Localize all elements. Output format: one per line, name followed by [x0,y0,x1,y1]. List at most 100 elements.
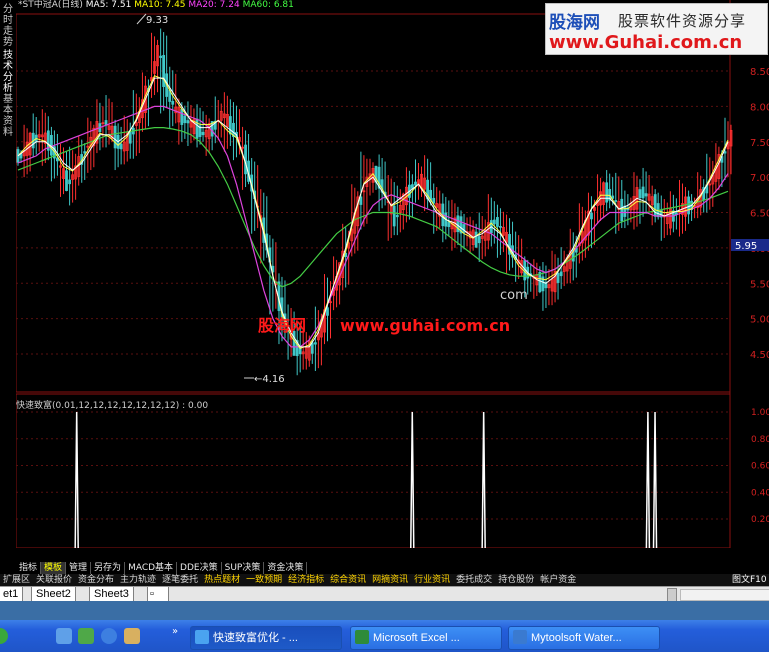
quicklaunch-expand-icon[interactable]: » [172,626,178,637]
sheet-tab-3[interactable]: Sheet3 [89,587,134,602]
folder-icon[interactable] [124,628,140,644]
indicator-tab[interactable]: 指标 [16,562,42,574]
leftbar-item-technical[interactable]: 技术分析 [2,50,14,94]
candle-body [638,189,642,199]
function-tab[interactable]: 主力轨迹 [117,574,159,586]
candle-body [65,170,68,191]
candle-body [162,55,166,87]
ma-legend-item: MA5: 7.51 [85,0,132,10]
candle-body [171,101,175,105]
function-tab[interactable]: 行业资讯 [411,574,453,586]
sheet-tab-2[interactable]: Sheet2 [31,587,76,602]
show-desktop-icon[interactable] [56,628,72,644]
banner-slogan: 股票软件资源分享 [618,12,747,30]
candle-body [538,272,542,293]
watermark-com: com [500,288,528,303]
function-tab[interactable]: 逐笔委托 [159,574,201,586]
insert-sheet-icon[interactable]: ▫ [147,587,169,602]
function-tab[interactable]: 一致预期 [243,574,285,586]
candle-body [228,116,232,135]
function-tab-bar: 扩展区 关联报价 资金分布 主力轨迹 逐笔委托 热点题材 一致预期 经济指标 综合资讯 网摘资讯行… [0,574,769,586]
task-stock-software[interactable]: 快速致富优化 - ... [190,626,342,650]
candle-body [68,179,72,185]
price-tick-label: 8.00 [750,102,769,113]
indicator-tab[interactable]: 资金决策 [264,562,308,574]
candle-body [119,143,123,150]
ma-legend-item: MA20: 7.24 [185,0,240,10]
function-tab[interactable]: 资金分布 [75,574,117,586]
indicator-tab[interactable]: DDE决策 [177,562,222,574]
candle-body [590,212,593,220]
candle-body [201,131,205,136]
task-watermark[interactable]: Mytoolsoft Water... [508,626,660,650]
function-tab[interactable]: 帐户资金 [537,574,579,586]
left-toolbar: 分时走势 技术分析 基本资料 [0,0,17,548]
stock-title: *ST中冠A(日线) [18,0,83,10]
candle-body [499,226,502,228]
watermark-app-icon [513,630,527,644]
indicator-tick-label: 0.20 [751,515,769,525]
indicator-tab[interactable]: 管理 [66,562,92,574]
leftbar-item-fundamentals[interactable]: 基本资料 [2,94,14,138]
banner-url: www.Guhai.com.cn [549,32,743,53]
candle-body [496,217,499,227]
start-button[interactable] [0,628,8,644]
function-tab[interactable]: 热点题材 [201,574,243,586]
price-tick-label: 5.50 [750,279,769,290]
low-price-label: ←4.16 [254,374,285,385]
candle-body [83,151,87,154]
function-tab[interactable]: 持仓股份 [495,574,537,586]
candle-body [559,271,563,277]
indicator-tab[interactable]: 另存为 [91,562,126,574]
sheet-tab-bar: et1 Sheet2 Sheet3 ▫ [0,586,769,602]
indicator-tab[interactable]: SUP决策 [222,562,265,574]
candle-body [195,118,199,139]
watermark-brand: 股海网 [258,316,307,335]
candle-body [159,55,163,58]
candle-body [392,205,396,227]
task-excel[interactable]: Microsoft Excel ... [350,626,502,650]
leftbar-item-intraday[interactable]: 分时走势 [2,4,14,48]
indicator-tab[interactable]: MACD基本 [125,562,178,574]
function-tab[interactable]: 关联报价 [33,574,75,586]
stock-chart[interactable]: 8.508.007.507.006.506.005.505.004.50 1.0… [16,0,769,548]
candle-body [723,151,727,154]
price-tick-label: 5.00 [750,315,769,326]
graph-f10-button[interactable]: 图文F10 [732,574,767,586]
candle-body [605,182,609,203]
hscroll-left[interactable] [667,588,677,602]
candle-body [623,205,627,217]
banner-brand: 股海网 [549,13,600,33]
function-tab[interactable]: 委托成交 [453,574,495,586]
candle-body [326,307,329,316]
candle-body [180,109,184,125]
high-price-label: 9.33 [146,15,168,26]
price-tick-label: 4.50 [750,350,769,361]
desktop-strip [0,601,769,620]
sheet-tab-1[interactable]: et1 [0,587,24,602]
candle-body [644,193,648,197]
hscroll-track[interactable] [680,589,769,601]
candle-body [432,197,436,204]
indicator-legend: 快速致富(0.01,12,12,12,12,12,12,12) : 0.00 [16,401,209,411]
price-tick-label: 8.50 [750,67,769,78]
function-tab[interactable]: 扩展区 [0,574,33,586]
ie-icon [195,630,209,644]
indicator-tick-label: 0.60 [751,462,769,472]
price-tick-label: 7.00 [750,173,769,184]
function-tab[interactable]: 综合资讯 [327,574,369,586]
candle-body [186,120,190,124]
candle-body [313,342,317,345]
candle-body [395,214,399,218]
candle-body [474,231,478,248]
indicator-tab[interactable]: 模板 [41,562,67,574]
function-tab[interactable]: 经济指标 [285,574,327,586]
function-tab[interactable]: 网摘资讯 [369,574,411,586]
candle-body [310,342,314,354]
indicator-tab-bar: 指标 模板 管理 另存为 MACD基本 DDE决策 SUP决策 资金决策 [16,562,308,574]
ie-icon[interactable] [101,628,117,644]
current-price-tag: 5.95 [735,241,757,252]
candle-body [447,221,451,228]
media-icon[interactable] [78,628,94,644]
price-tick-label: 6.50 [750,209,769,220]
